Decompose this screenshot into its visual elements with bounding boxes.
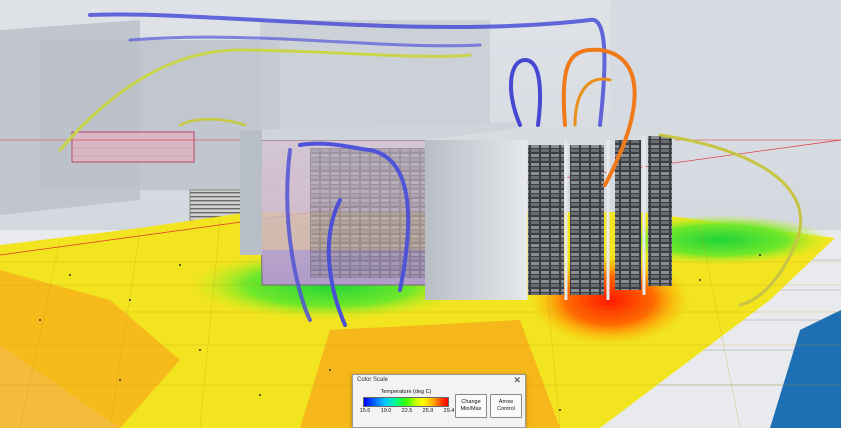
server-rack-4	[648, 136, 672, 286]
change-min-max-button[interactable]: Change Min/Max	[455, 394, 487, 418]
arrow-control-button[interactable]: Arrow Control	[490, 394, 522, 418]
color-scale-label: Temperature (deg C)	[380, 389, 432, 395]
close-icon[interactable]: ✕	[513, 375, 521, 385]
tick-label: 19.0	[380, 408, 392, 414]
color-scale-bar	[363, 397, 449, 407]
color-scale-dialog[interactable]: Color Scale ✕ Temperature (deg C) 15.6 1…	[352, 374, 526, 428]
ac-grille	[71, 131, 195, 163]
tick-label: 25.9	[422, 408, 434, 414]
server-rack-1	[528, 145, 564, 295]
dialog-title: Color Scale	[357, 377, 389, 383]
cfd-3d-viewport[interactable]: Color Scale ✕ Temperature (deg C) 15.6 1…	[0, 0, 841, 428]
server-rack-2	[570, 145, 604, 295]
tick-label: 29.4	[443, 408, 455, 414]
back-wall-right	[610, 0, 841, 150]
color-scale-ticks: 15.6 19.0 22.5 25.9 29.4	[359, 408, 455, 416]
room-scene	[0, 0, 841, 428]
tick-label: 15.6	[359, 408, 371, 414]
server-rack-3	[615, 140, 641, 290]
rack-row-left-side	[240, 130, 262, 255]
rack-row-right-face	[425, 140, 525, 300]
tick-label: 22.5	[401, 408, 413, 414]
